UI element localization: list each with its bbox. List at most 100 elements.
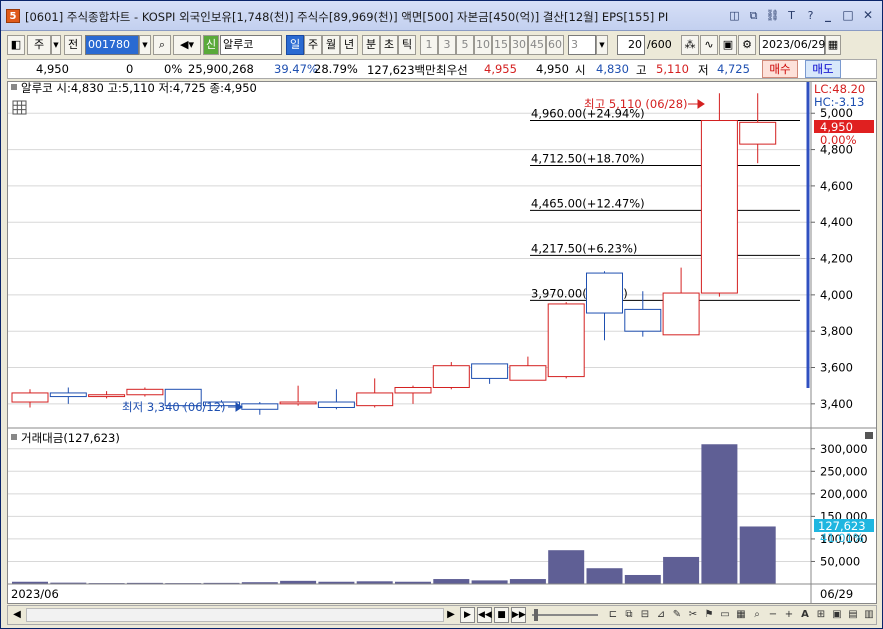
buy-button[interactable]: 매수 (762, 60, 798, 78)
screen-icon[interactable]: ▭ (718, 607, 732, 623)
candle-body (317, 401, 355, 408)
tab-week[interactable]: 주 (304, 35, 322, 55)
bottom-bar: ◀ ▶ ▶ ◀◀ ■ ▶▶ ⊏ ⧉ ⊟ ⊿ ✎ ✂ ⚑ ▭ ▦ ⌕ − + A … (7, 605, 877, 625)
zoom-slider-handle[interactable] (534, 609, 538, 621)
draw-icon[interactable]: ✎ (670, 607, 684, 623)
rewind-icon[interactable]: ◀◀ (477, 607, 492, 623)
signal-icon[interactable]: ∿ (700, 35, 718, 55)
period-main-select[interactable]: 주 (27, 35, 51, 55)
price-tick-label: 4,000 (820, 288, 853, 302)
candle-body (356, 392, 394, 407)
price-tick-label: 4,200 (820, 252, 853, 266)
current-price-pct: 0.00% (820, 133, 857, 147)
chevron-down-icon[interactable]: ▼ (139, 35, 151, 55)
layout-icon[interactable]: ◫ (727, 8, 742, 23)
quote-bar: 4,950 0 0% 25,900,268 39.47% 28.79% 127,… (7, 59, 877, 79)
speaker-icon[interactable]: ◀▾ (173, 35, 201, 55)
panel-close-icon[interactable] (865, 432, 873, 439)
tab-second[interactable]: 초 (380, 35, 398, 55)
low-price: 4,725 (717, 62, 750, 76)
interval-3[interactable]: 3 (438, 35, 456, 55)
candle-body (739, 121, 777, 145)
stop-icon[interactable]: ■ (494, 607, 509, 623)
copy-icon[interactable]: ⧉ (746, 8, 761, 23)
volume-bar (509, 579, 546, 584)
close-button[interactable]: ✕ (860, 8, 876, 23)
link-icon[interactable]: ⛓ (765, 8, 780, 23)
text-icon[interactable]: T (784, 8, 799, 23)
save-icon[interactable]: ▣ (719, 35, 737, 55)
layout-icon[interactable]: ▣ (830, 607, 844, 623)
sell-button[interactable]: 매도 (805, 60, 841, 78)
window-icon[interactable]: ⊞ (814, 607, 828, 623)
tab-month[interactable]: 월 (322, 35, 340, 55)
trend-icon[interactable]: ⊿ (654, 607, 668, 623)
low-note: 최저 3,340 (06/12) (122, 400, 226, 414)
zoom-out-icon[interactable]: − (766, 607, 780, 623)
minimize-button[interactable]: _ (820, 8, 836, 23)
stock-name-field[interactable]: 알루코 (220, 35, 282, 55)
indicator-icon[interactable]: ⁂ (681, 35, 699, 55)
interval-30[interactable]: 30 (510, 35, 528, 55)
best-ask: 4,955 (484, 62, 517, 76)
tab-day[interactable]: 일 (286, 35, 304, 55)
code-input[interactable]: 001780 (85, 35, 139, 55)
interval-15[interactable]: 15 (492, 35, 510, 55)
legend-marker (11, 84, 17, 90)
title-bar[interactable]: 5 [0601] 주식종합차트 - KOSPI 외국인보유[1,748(천)] … (1, 1, 882, 31)
cut-icon[interactable]: ✂ (686, 607, 700, 623)
best-label: 최우선 (436, 63, 468, 77)
help-icon[interactable]: ? (803, 8, 818, 23)
interval-60[interactable]: 60 (546, 35, 564, 55)
price-tick-label: 5,000 (820, 106, 853, 120)
current-volume-pct: 41.01% (820, 531, 864, 545)
tab-tick[interactable]: 틱 (398, 35, 416, 55)
zoom-slider[interactable] (532, 614, 598, 616)
interval-1[interactable]: 1 (420, 35, 438, 55)
grid-icon[interactable]: ▦ (734, 607, 748, 623)
marker-icon[interactable]: ⚑ (702, 607, 716, 623)
gear-icon[interactable]: ⚙ (738, 35, 756, 55)
interval-45[interactable]: 45 (528, 35, 546, 55)
custom-interval-input[interactable]: 3 (568, 35, 596, 55)
volume-bar (701, 444, 738, 584)
calendar-icon[interactable]: ▦ (825, 35, 841, 55)
x-axis-end: 06/29 (820, 587, 853, 601)
volume-bar (624, 574, 661, 584)
text-icon[interactable]: A (798, 607, 812, 623)
maximize-button[interactable]: □ (840, 8, 856, 23)
chart-svg[interactable]: 4,960.00(+24.94%)4,712.50(+18.70%)4,465.… (8, 82, 876, 603)
date-input[interactable]: 2023/06/29 (759, 35, 825, 55)
grid-icon[interactable] (12, 100, 27, 115)
horizontal-scrollbar[interactable] (26, 608, 444, 622)
fib-label: 4,465.00(+12.47%) (531, 196, 645, 210)
tab-minute[interactable]: 분 (362, 35, 380, 55)
cursor-icon[interactable]: ⊏ (606, 607, 620, 623)
chevron-down-icon[interactable]: ▼ (596, 35, 608, 55)
overlay-icon[interactable]: ⊟ (638, 607, 652, 623)
interval-5[interactable]: 5 (456, 35, 474, 55)
fast-forward-icon[interactable]: ▶▶ (511, 607, 526, 623)
chevron-down-icon[interactable]: ▼ (51, 35, 61, 55)
low-label: 저 (698, 63, 709, 77)
current-price: 4,950 (36, 62, 69, 76)
chart-area[interactable]: 4,960.00(+24.94%) 4,712.50(+18.70%) 4,465.… (7, 81, 877, 604)
search-icon[interactable]: ⌕ (153, 35, 171, 55)
panel-toggle-icon[interactable]: ◧ (7, 35, 25, 55)
scroll-right-icon[interactable]: ▶ (444, 608, 458, 622)
scroll-left-icon[interactable]: ◀ (10, 608, 24, 622)
window-controls: _ □ ✕ (820, 8, 876, 23)
zoom-icon[interactable]: ⌕ (750, 607, 764, 623)
compare-icon[interactable]: ⧉ (622, 607, 636, 623)
play-icon[interactable]: ▶ (460, 607, 475, 623)
best-bid: 4,950 (536, 62, 569, 76)
settings-icon[interactable]: ▥ (862, 607, 876, 623)
interval-10[interactable]: 10 (474, 35, 492, 55)
chart-window: 5 [0601] 주식종합차트 - KOSPI 외국인보유[1,748(천)] … (0, 0, 883, 629)
panel-icon[interactable]: ▤ (846, 607, 860, 623)
tab-year[interactable]: 년 (340, 35, 358, 55)
ratio-1: 39.47% (274, 62, 318, 76)
count-input[interactable]: 20 (617, 35, 645, 55)
prev-button[interactable]: 전 (64, 35, 82, 55)
zoom-in-icon[interactable]: + (782, 607, 796, 623)
